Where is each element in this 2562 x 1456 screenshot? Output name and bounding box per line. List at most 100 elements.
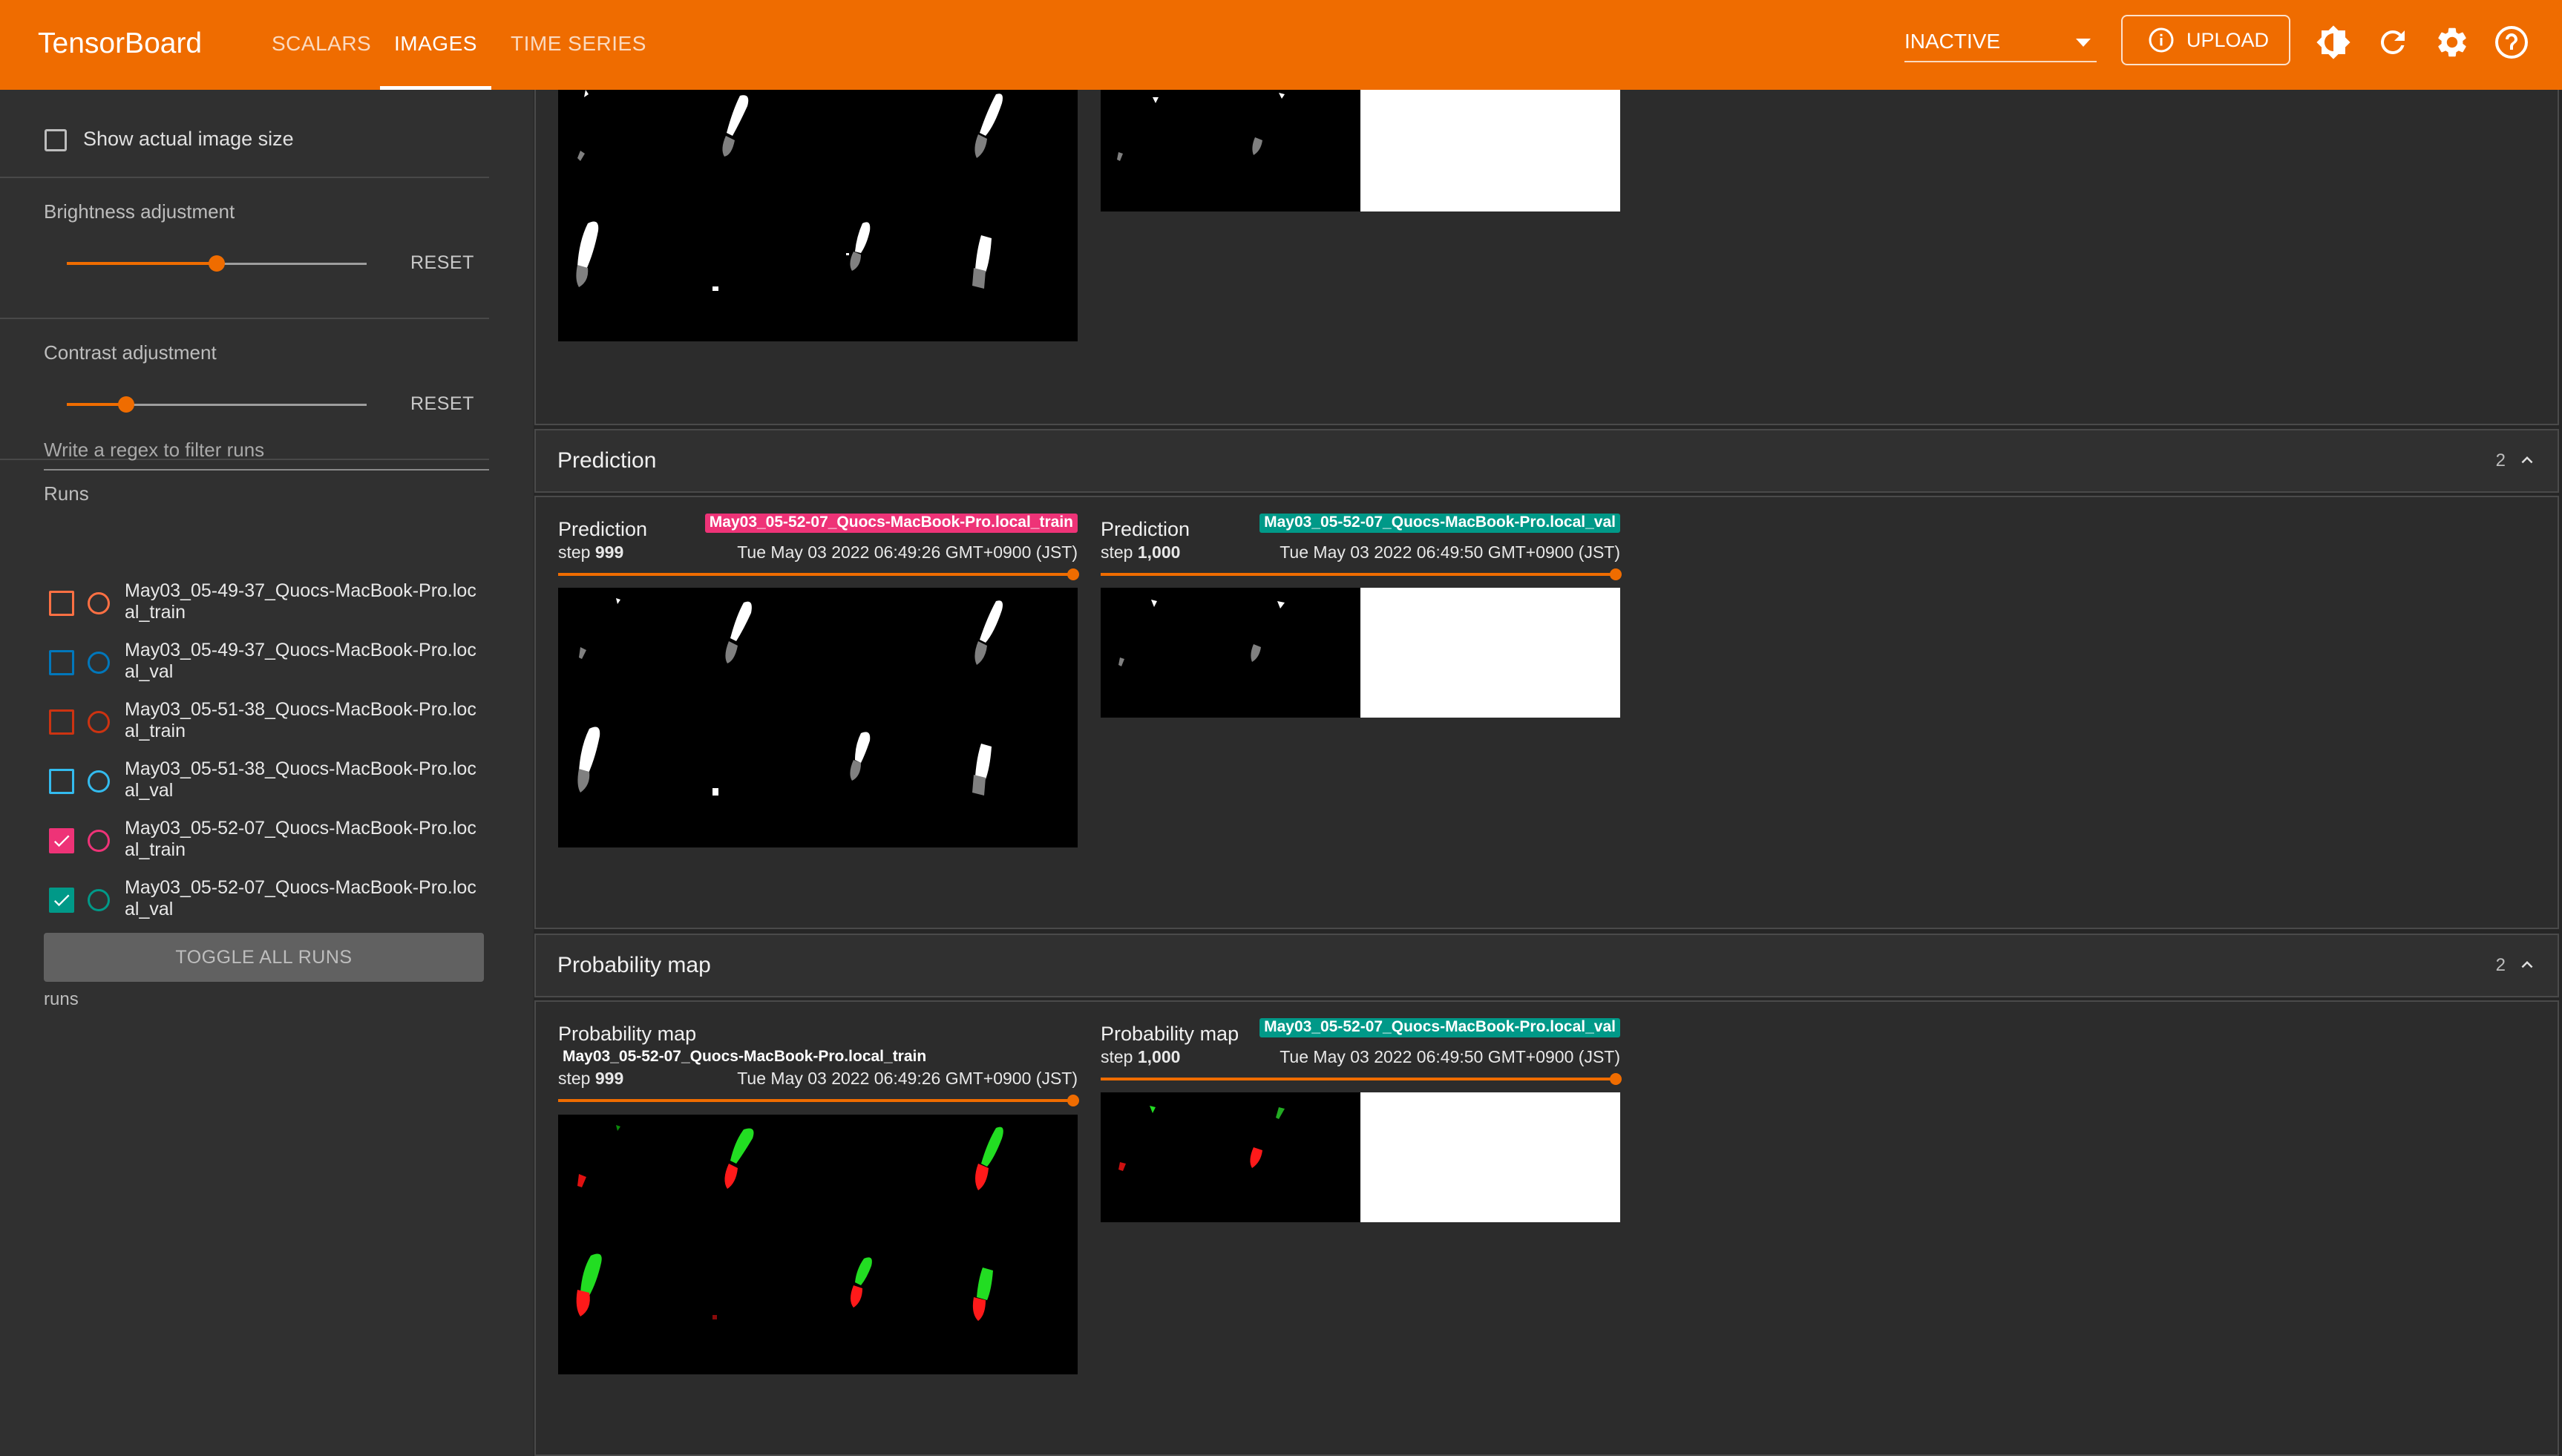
- run-name: May03_05-51-38_Quocs-MacBook-Pro.loc al_…: [125, 758, 476, 801]
- run-row[interactable]: May03_05-49-37_Quocs-MacBook-Pro.loc al_…: [49, 580, 494, 640]
- contrast-reset-button[interactable]: RESET: [410, 393, 474, 415]
- help-icon[interactable]: [2494, 24, 2529, 60]
- card-title: Prediction: [558, 518, 648, 540]
- brightness-slider-thumb[interactable]: [209, 255, 225, 272]
- run-color-swatch[interactable]: [88, 592, 110, 614]
- runs-footer-label: runs: [44, 989, 79, 1009]
- card-title: Probability map: [1101, 1023, 1239, 1045]
- step-label: step: [558, 542, 591, 562]
- tab-scalars[interactable]: SCALARS: [272, 0, 371, 90]
- theme-toggle-icon[interactable]: [2316, 24, 2351, 60]
- run-color-swatch[interactable]: [88, 711, 110, 733]
- step-slider-thumb[interactable]: [1067, 1095, 1079, 1106]
- toggle-all-runs-button[interactable]: TOGGLE ALL RUNS: [44, 933, 484, 982]
- tab-time-series[interactable]: TIME SERIES: [511, 0, 646, 90]
- select-value: INACTIVE: [1904, 30, 2001, 53]
- group-body-probability-map: Probability map May03_05-52-07_Quocs-Mac…: [534, 1000, 2559, 1456]
- brightness-label: Brightness adjustment: [44, 200, 235, 223]
- runs-heading: Runs: [44, 482, 89, 505]
- sidebar-divider: [0, 318, 489, 319]
- show-actual-size-label: Show actual image size: [83, 128, 294, 150]
- probability-image[interactable]: [1101, 1092, 1360, 1222]
- group-title: Probability map: [557, 953, 711, 977]
- step-slider-thumb[interactable]: [1610, 568, 1622, 580]
- run-name: May03_05-49-37_Quocs-MacBook-Pro.loc al_…: [125, 640, 476, 682]
- settings-gear-icon[interactable]: [2434, 24, 2470, 60]
- group-header-probability-map[interactable]: Probability map 2: [534, 934, 2559, 997]
- run-tag: May03_05-52-07_Quocs-MacBook-Pro.local_v…: [1259, 514, 1620, 533]
- mask-image[interactable]: [558, 90, 1078, 341]
- group-title: Prediction: [557, 448, 657, 473]
- step-slider[interactable]: [1101, 1078, 1620, 1080]
- run-row[interactable]: May03_05-52-07_Quocs-MacBook-Pro.loc al_…: [49, 818, 494, 877]
- run-checkbox[interactable]: [49, 709, 74, 735]
- padding-region: [1360, 90, 1620, 211]
- brightness-reset-button[interactable]: RESET: [410, 252, 474, 274]
- run-tag: May03_05-52-07_Quocs-MacBook-Pro.local_t…: [704, 514, 1078, 533]
- run-tag: May03_05-52-07_Quocs-MacBook-Pro.local_t…: [563, 1048, 927, 1065]
- runs-filter-input[interactable]: Write a regex to filter runs: [44, 429, 489, 470]
- image-card-probability-train: Probability map May03_05-52-07_Quocs-Mac…: [558, 1023, 1079, 1438]
- run-checkbox[interactable]: [49, 650, 74, 675]
- mask-image-graphic: [558, 90, 1078, 341]
- timestamp: Tue May 03 2022 06:49:26 GMT+0900 (JST): [737, 542, 1078, 562]
- prediction-image-graphic: [1101, 588, 1360, 718]
- checkmark-icon: [53, 835, 70, 847]
- step-slider[interactable]: [1101, 573, 1620, 576]
- card-title: Probability map: [558, 1023, 697, 1045]
- step-readout: step 999: [558, 542, 623, 563]
- info-icon: [2149, 27, 2174, 53]
- step-value: 999: [594, 1069, 624, 1088]
- checkmark-icon: [53, 894, 70, 907]
- refresh-icon[interactable]: [2375, 24, 2411, 60]
- step-value: 999: [594, 542, 624, 562]
- step-slider-thumb[interactable]: [1610, 1073, 1622, 1085]
- upload-button[interactable]: UPLOAD: [2121, 15, 2290, 65]
- run-color-swatch[interactable]: [88, 652, 110, 674]
- group-count: 2: [2495, 450, 2506, 470]
- step-slider-thumb[interactable]: [1067, 568, 1079, 580]
- run-row[interactable]: May03_05-49-37_Quocs-MacBook-Pro.loc al_…: [49, 640, 494, 699]
- image-card-probability-val: Probability map May03_05-52-07_Quocs-Mac…: [1101, 1018, 1622, 1409]
- run-row[interactable]: May03_05-51-38_Quocs-MacBook-Pro.loc al_…: [49, 758, 494, 818]
- group-header-prediction[interactable]: Prediction 2: [534, 429, 2559, 493]
- padding-region: [1360, 1092, 1620, 1222]
- run-name: May03_05-51-38_Quocs-MacBook-Pro.loc al_…: [125, 699, 476, 741]
- show-actual-size-checkbox[interactable]: [45, 129, 67, 151]
- run-color-swatch[interactable]: [88, 889, 110, 911]
- prediction-image[interactable]: [1101, 588, 1360, 718]
- step-label: step: [1101, 542, 1133, 562]
- timestamp: Tue May 03 2022 06:49:50 GMT+0900 (JST): [1280, 542, 1620, 562]
- prediction-image-graphic: [558, 588, 1078, 847]
- step-value: 1,000: [1137, 542, 1181, 562]
- tab-images[interactable]: IMAGES: [380, 0, 491, 90]
- contrast-slider-thumb[interactable]: [118, 396, 134, 413]
- run-color-swatch[interactable]: [88, 770, 110, 793]
- step-slider[interactable]: [558, 573, 1078, 576]
- card-title: Prediction: [1101, 518, 1190, 540]
- brand-title: TensorBoard: [38, 27, 203, 59]
- step-slider[interactable]: [558, 1099, 1078, 1102]
- upload-label: UPLOAD: [2186, 29, 2270, 51]
- step-label: step: [1101, 1047, 1133, 1066]
- step-readout: step 1,000: [1101, 1047, 1180, 1067]
- run-row[interactable]: May03_05-51-38_Quocs-MacBook-Pro.loc al_…: [49, 699, 494, 758]
- run-checkbox[interactable]: [49, 828, 74, 853]
- probability-image-graphic: [558, 1115, 1078, 1374]
- run-checkbox[interactable]: [49, 591, 74, 616]
- active-dashboard-select[interactable]: INACTIVE: [1904, 22, 2097, 62]
- run-checkbox[interactable]: [49, 769, 74, 794]
- probability-image-graphic: [1101, 1092, 1360, 1222]
- probability-image[interactable]: [558, 1115, 1078, 1374]
- step-value: 1,000: [1137, 1047, 1181, 1066]
- run-color-swatch[interactable]: [88, 830, 110, 852]
- run-tag: May03_05-52-07_Quocs-MacBook-Pro.local_v…: [1259, 1018, 1620, 1037]
- run-checkbox[interactable]: [49, 888, 74, 913]
- top-app-bar: TensorBoard SCALARS IMAGES TIME SERIES I…: [0, 0, 2562, 90]
- prediction-image[interactable]: [558, 588, 1078, 847]
- sidebar-divider: [0, 177, 489, 178]
- run-row[interactable]: May03_05-52-07_Quocs-MacBook-Pro.loc al_…: [49, 877, 494, 937]
- timestamp: Tue May 03 2022 06:49:50 GMT+0900 (JST): [1280, 1047, 1620, 1066]
- mask-image[interactable]: [1101, 90, 1360, 211]
- dropdown-caret-icon: [2076, 39, 2091, 47]
